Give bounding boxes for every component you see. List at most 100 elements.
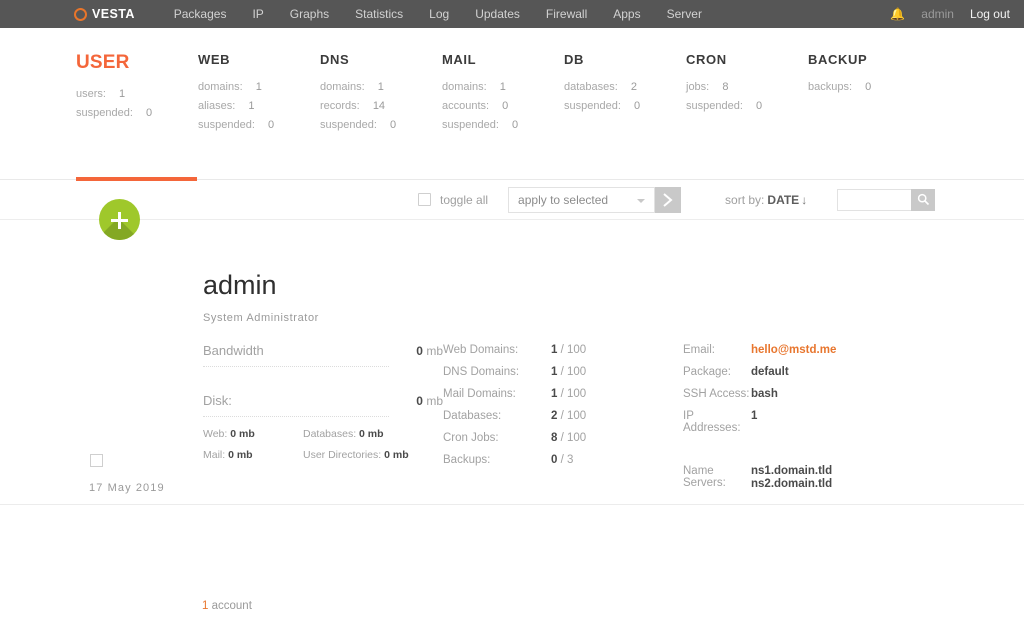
stat-title-backup: BACKUP bbox=[808, 52, 868, 67]
nav-item-apps[interactable]: Apps bbox=[600, 0, 653, 28]
ssh-row: SSH Access: bash bbox=[683, 388, 983, 400]
limit-row: Databases: 2 / 100 bbox=[443, 410, 683, 422]
stat-row: users: 1 bbox=[76, 88, 198, 100]
stat-column-user[interactable]: USER users: 1 suspended: 0 bbox=[76, 52, 198, 138]
nav-item-updates[interactable]: Updates bbox=[462, 0, 533, 28]
stat-row: domains: 1 bbox=[198, 81, 320, 93]
account-count-number: 1 bbox=[202, 600, 209, 612]
stat-column-web[interactable]: WEB domains: 1 aliases: 1 suspended: 0 bbox=[198, 52, 320, 138]
disk-breakdown-item: Web: 0 mb bbox=[203, 428, 303, 440]
stat-label: suspended: bbox=[198, 119, 255, 131]
nameserver-item: ns1.domain.tld bbox=[751, 465, 833, 477]
stat-label: suspended: bbox=[564, 100, 621, 112]
stats-columns: USER users: 1 suspended: 0 WEB domains: … bbox=[76, 52, 1024, 138]
stat-column-mail[interactable]: MAIL domains: 1 accounts: 0 suspended: 0 bbox=[442, 52, 564, 138]
nav-item-firewall[interactable]: Firewall bbox=[533, 0, 600, 28]
stat-value: 1 bbox=[255, 81, 262, 93]
stat-row: suspended: 0 bbox=[76, 107, 198, 119]
brand-logo[interactable]: VESTA bbox=[74, 7, 135, 21]
navbar-left: VESTA Packages IP Graphs Statistics Log … bbox=[0, 0, 715, 28]
limit-value: 8 / 100 bbox=[551, 432, 587, 444]
limit-row: Backups: 0 / 3 bbox=[443, 454, 683, 466]
logout-button[interactable]: Log out bbox=[970, 7, 1010, 21]
limit-value: 1 / 100 bbox=[551, 388, 587, 400]
stat-title-cron: CRON bbox=[686, 52, 727, 67]
limit-label: Cron Jobs: bbox=[443, 432, 499, 444]
account-count-label: account bbox=[211, 600, 252, 612]
stat-value: 2 bbox=[630, 81, 638, 93]
stat-label: suspended: bbox=[320, 119, 377, 131]
disk-value: 0 mb bbox=[416, 394, 443, 408]
stat-value: 1 bbox=[119, 88, 126, 100]
limit-label: DNS Domains: bbox=[443, 366, 520, 378]
nav-item-server[interactable]: Server bbox=[654, 0, 715, 28]
disk-divider bbox=[203, 416, 389, 417]
bulk-action-select[interactable]: apply to selected bbox=[508, 186, 656, 213]
limit-value: 0 / 3 bbox=[551, 454, 574, 466]
stat-value: 0 bbox=[633, 100, 641, 112]
stat-row: accounts: 0 bbox=[442, 100, 564, 112]
search-input[interactable] bbox=[837, 188, 912, 211]
apply-button[interactable] bbox=[655, 186, 682, 213]
nav-item-statistics[interactable]: Statistics bbox=[342, 0, 416, 28]
chevron-down-icon bbox=[637, 198, 646, 203]
limit-label: Mail Domains: bbox=[443, 388, 516, 400]
stat-row: aliases: 1 bbox=[198, 100, 320, 112]
record-select-checkbox[interactable] bbox=[90, 454, 103, 467]
search-button[interactable] bbox=[911, 188, 936, 211]
nav-item-ip[interactable]: IP bbox=[239, 0, 276, 28]
ip-label: IP Addresses: bbox=[683, 410, 741, 434]
stat-label: suspended: bbox=[442, 119, 499, 131]
top-navbar: VESTA Packages IP Graphs Statistics Log … bbox=[0, 0, 1024, 28]
breakdown-value: 0 mb bbox=[384, 449, 409, 461]
add-user-button[interactable] bbox=[99, 199, 140, 240]
stat-title-mail: MAIL bbox=[442, 52, 477, 67]
stat-label: accounts: bbox=[442, 100, 490, 112]
disk-unit: mb bbox=[426, 394, 443, 408]
stat-row: suspended: 0 bbox=[686, 100, 808, 112]
bandwidth-label: Bandwidth bbox=[203, 343, 264, 358]
stat-label: records: bbox=[320, 100, 360, 112]
stat-row: backups: 0 bbox=[808, 81, 930, 93]
stat-value: 0 bbox=[267, 119, 275, 131]
stat-label: users: bbox=[76, 88, 106, 100]
limit-row: Cron Jobs: 8 / 100 bbox=[443, 432, 683, 444]
breakdown-label: Mail: bbox=[203, 449, 226, 461]
record-username[interactable]: admin bbox=[203, 272, 1024, 299]
bell-icon[interactable]: 🔔 bbox=[890, 8, 905, 20]
search-box bbox=[837, 188, 936, 211]
nav-item-packages[interactable]: Packages bbox=[161, 0, 240, 28]
nav-item-graphs[interactable]: Graphs bbox=[277, 0, 342, 28]
breakdown-label: Databases: bbox=[303, 428, 357, 440]
package-value: default bbox=[751, 366, 789, 378]
toggle-all-label[interactable]: toggle all bbox=[440, 193, 488, 207]
limit-max: 100 bbox=[567, 344, 587, 356]
limit-label: Web Domains: bbox=[443, 344, 519, 356]
stat-column-db[interactable]: DB databases: 2 suspended: 0 bbox=[564, 52, 686, 138]
breakdown-label: Web: bbox=[203, 428, 228, 440]
stat-value: 1 bbox=[248, 100, 255, 112]
disk-number: 0 bbox=[416, 394, 423, 408]
stat-row: suspended: 0 bbox=[198, 119, 320, 131]
nav-item-log[interactable]: Log bbox=[416, 0, 462, 28]
nav-current-user[interactable]: admin bbox=[921, 7, 954, 21]
bandwidth-row: Bandwidth 0 mb bbox=[203, 343, 443, 358]
limit-row: DNS Domains: 1 / 100 bbox=[443, 366, 683, 378]
toggle-all-checkbox[interactable] bbox=[418, 193, 431, 206]
email-label: Email: bbox=[683, 344, 715, 356]
limit-value: 2 / 100 bbox=[551, 410, 587, 422]
stat-value: 0 bbox=[502, 100, 509, 112]
usage-column: Bandwidth 0 mb Disk: 0 mb Web: 0 mb Data… bbox=[203, 343, 443, 501]
chevron-right-icon bbox=[663, 192, 673, 207]
email-value[interactable]: hello@mstd.me bbox=[751, 344, 836, 356]
stats-strip: USER users: 1 suspended: 0 WEB domains: … bbox=[0, 28, 1024, 181]
package-row: Package: default bbox=[683, 366, 983, 378]
stat-column-dns[interactable]: DNS domains: 1 records: 14 suspended: 0 bbox=[320, 52, 442, 138]
plus-icon-vertical bbox=[118, 211, 121, 229]
stat-column-backup[interactable]: BACKUP backups: 0 bbox=[808, 52, 930, 138]
stat-column-cron[interactable]: CRON jobs: 8 suspended: 0 bbox=[686, 52, 808, 138]
stat-value: 14 bbox=[372, 100, 386, 112]
stat-title-dns: DNS bbox=[320, 52, 350, 67]
sort-by-control[interactable]: sort by: DATE ↓ bbox=[725, 193, 807, 207]
